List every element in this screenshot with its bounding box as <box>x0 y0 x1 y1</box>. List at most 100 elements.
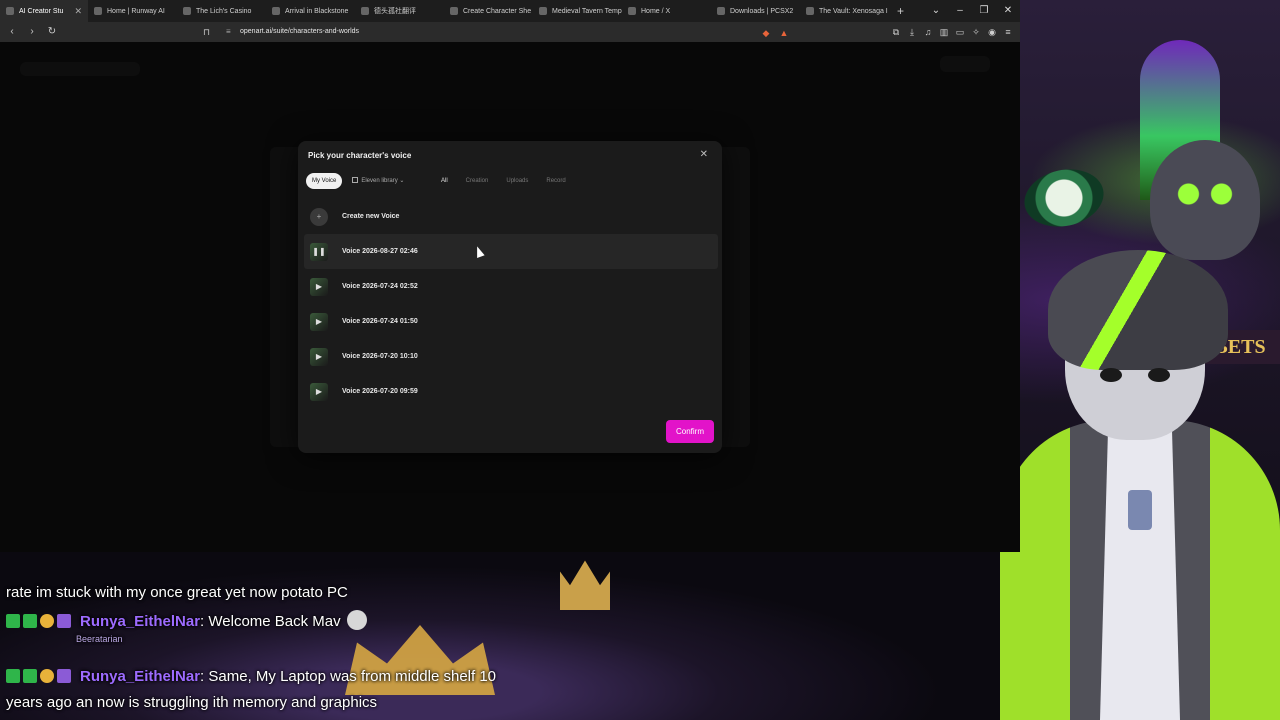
create-voice-label: Create new Voice <box>342 213 400 220</box>
chat-text: : Same, My Laptop was from middle shelf … <box>200 668 497 685</box>
tab-label: AI Creator Stu <box>19 7 64 15</box>
site-info-icon[interactable]: ≡ <box>226 25 231 39</box>
browser-window: AI Creator Stu ✕ Home | Runway AI The Li… <box>0 0 1020 552</box>
badge-icon <box>57 669 71 683</box>
chat-text: years ago an now is struggling ith memor… <box>6 694 378 711</box>
avatar-tie <box>1128 490 1152 530</box>
sidebar-icon[interactable]: ▥ <box>938 24 950 40</box>
extensions-icon[interactable]: ⧉ <box>890 24 902 40</box>
tab[interactable]: Downloads | PCSX2 <box>711 0 800 22</box>
back-icon[interactable]: ‹ <box>4 24 20 40</box>
avatar-shirt <box>1100 430 1180 720</box>
voice-filter-tabs: All Creation Uploads Record <box>441 173 566 189</box>
tab-favicon-icon <box>183 7 191 15</box>
play-icon[interactable]: ▶ <box>310 277 328 296</box>
tab[interactable]: AI Creator Stu ✕ <box>0 0 88 22</box>
close-window-button[interactable]: ✕ <box>996 0 1020 22</box>
forward-icon[interactable]: › <box>24 24 40 40</box>
voice-source-toggle: My Voice Eleven library ⌄ <box>306 173 410 189</box>
user-badges <box>6 668 80 685</box>
tab-list-icon[interactable]: ⌄ <box>924 0 948 22</box>
tab[interactable]: Home | Runway AI <box>88 0 177 22</box>
minimize-button[interactable]: – <box>948 0 972 22</box>
media-icon[interactable]: ♫ <box>922 24 934 40</box>
wallet-icon[interactable]: ▭ <box>954 24 966 40</box>
play-icon[interactable]: ▶ <box>310 312 328 331</box>
casino-chip-decoration <box>1019 162 1109 234</box>
filter-all[interactable]: All <box>441 173 448 189</box>
leo-icon[interactable]: ✧ <box>970 24 982 40</box>
browser-toolbar: ‹ › ↻ ⊓ ≡ openart.ai/suite/characters-an… <box>0 22 1020 42</box>
rewards-icon[interactable]: ▲ <box>778 25 790 41</box>
badge-icon <box>6 669 20 683</box>
voice-row[interactable]: ▶ Voice 2026-07-24 02:52 <box>304 269 718 304</box>
extension-icons: ⧉ ⤓ ♫ ▥ ▭ ✧ ◉ ≡ <box>890 24 1014 40</box>
tab-label: Create Character She <box>463 7 532 15</box>
voice-row[interactable]: ▶ Voice 2026-07-24 01:50 <box>304 304 718 339</box>
new-tab-button[interactable]: + <box>889 4 912 18</box>
tab-label: Medieval Tavern Temp <box>552 7 622 15</box>
address-bar[interactable]: openart.ai/suite/characters-and-worlds <box>240 25 750 39</box>
shield-icons: ◆ ▲ <box>760 25 790 41</box>
tab[interactable]: Arrival in Blackstone <box>266 0 355 22</box>
brave-shield-icon[interactable]: ◆ <box>760 25 772 41</box>
play-icon[interactable]: ▶ <box>310 347 328 366</box>
tab-favicon-icon <box>94 7 102 15</box>
dialog-title: Pick your character's voice <box>308 151 412 160</box>
badge-icon <box>23 669 37 683</box>
window-controls: ⌄ – ❐ ✕ <box>924 0 1020 22</box>
my-voice-tab[interactable]: My Voice <box>306 173 343 189</box>
tab-favicon-icon <box>361 7 369 15</box>
voice-label: Voice 2026-08-27 02:46 <box>342 248 418 255</box>
tab[interactable]: The Vault: Xenosaga I <box>800 0 889 22</box>
vtuber-avatar <box>1000 250 1280 720</box>
page-content: Pick your character's voice ✕ My Voice E… <box>0 42 1020 552</box>
voice-row[interactable]: ❚❚ Voice 2026-08-27 02:46 <box>304 234 718 269</box>
restore-button[interactable]: ❐ <box>972 0 996 22</box>
menu-icon[interactable]: ≡ <box>1002 24 1014 40</box>
filter-record[interactable]: Record <box>546 173 565 189</box>
tab-favicon-icon <box>806 7 814 15</box>
chat-text: : Welcome Back Mav <box>200 613 341 630</box>
chat-message: Runya_EithelNar: Welcome Back Mav <box>6 610 367 630</box>
user-badges <box>6 613 80 630</box>
voice-row[interactable]: ▶ Voice 2026-07-20 10:10 <box>304 339 718 374</box>
chat-sub-label: Beeratarian <box>76 634 123 644</box>
avatar-hair <box>1048 250 1228 370</box>
voice-label: Voice 2026-07-20 09:59 <box>342 388 418 395</box>
plus-icon: + <box>310 207 328 226</box>
chat-username[interactable]: Runya_EithelNar <box>80 613 200 630</box>
tab-favicon-icon <box>6 7 14 15</box>
play-icon[interactable]: ▶ <box>310 382 328 401</box>
bookmark-icon[interactable]: ⊓ <box>203 24 210 40</box>
badge-icon <box>40 669 54 683</box>
tab-bar: AI Creator Stu ✕ Home | Runway AI The Li… <box>0 0 1020 22</box>
chat-username[interactable]: Runya_EithelNar <box>80 668 200 685</box>
tab[interactable]: Medieval Tavern Temp <box>533 0 622 22</box>
tab-label: 德头孤社翻评 <box>374 8 416 15</box>
close-tab-icon[interactable]: ✕ <box>74 6 82 17</box>
confirm-button[interactable]: Confirm <box>666 420 714 443</box>
vpn-icon[interactable]: ◉ <box>986 24 998 40</box>
pause-icon[interactable]: ❚❚ <box>310 242 328 261</box>
tab[interactable]: Home / X <box>622 0 711 22</box>
avatar-eye <box>1148 368 1170 382</box>
voice-picker-dialog: Pick your character's voice ✕ My Voice E… <box>298 141 722 453</box>
voice-label: Voice 2026-07-20 10:10 <box>342 353 418 360</box>
filter-creation[interactable]: Creation <box>466 173 489 189</box>
close-icon[interactable]: ✕ <box>700 149 708 160</box>
filter-uploads[interactable]: Uploads <box>506 173 528 189</box>
voice-label: Voice 2026-07-24 01:50 <box>342 318 418 325</box>
tab-label: The Lich's Casino <box>196 7 252 15</box>
chat-message: Runya_EithelNar: Same, My Laptop was fro… <box>6 668 496 685</box>
voice-row[interactable]: ▶ Voice 2026-07-20 09:59 <box>304 374 718 409</box>
tab-label: Downloads | PCSX2 <box>730 7 794 15</box>
tab[interactable]: 德头孤社翻评 <box>355 0 444 22</box>
create-voice-row[interactable]: + Create new Voice <box>304 199 718 234</box>
voice-label: Voice 2026-07-24 02:52 <box>342 283 418 290</box>
reload-icon[interactable]: ↻ <box>44 24 60 40</box>
eleven-library-tab[interactable]: Eleven library ⌄ <box>346 173 410 189</box>
download-icon[interactable]: ⤓ <box>906 24 918 40</box>
tab[interactable]: The Lich's Casino <box>177 0 266 22</box>
tab[interactable]: Create Character She <box>444 0 533 22</box>
